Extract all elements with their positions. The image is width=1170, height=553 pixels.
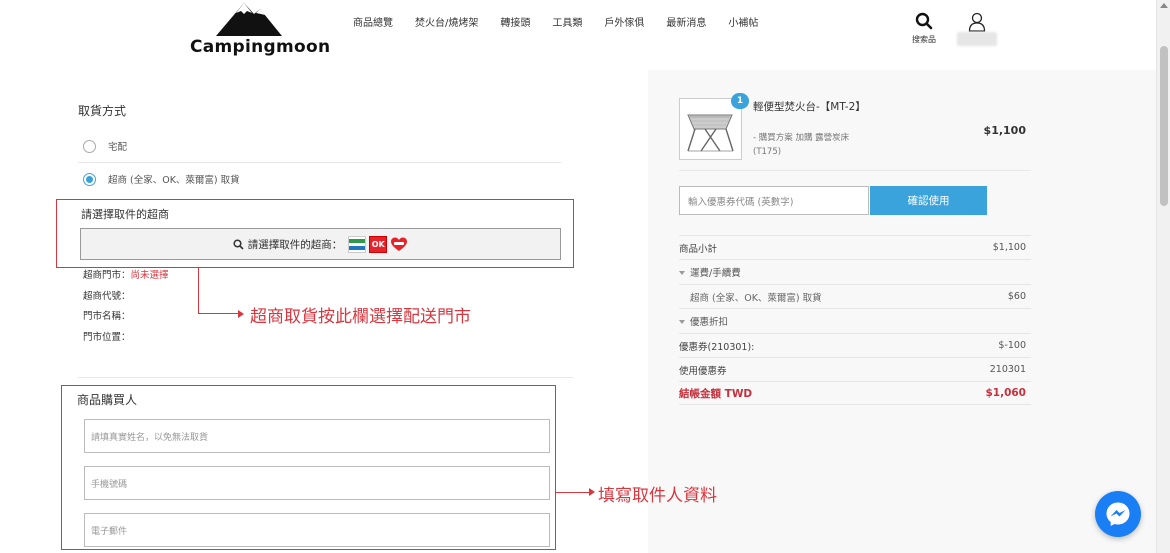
summary-value: $-100	[998, 340, 1026, 351]
store-info-row: 超商門市：尚未選擇	[83, 267, 169, 281]
store-name-label: 門市名稱：	[83, 311, 131, 322]
messenger-chat-button[interactable]	[1095, 491, 1141, 537]
summary-group-shipping[interactable]: 運費/手續費	[679, 259, 1031, 283]
summary-total-label: 結帳金額 TWD	[679, 387, 753, 400]
brand-logo[interactable]: Campingmoon	[190, 0, 330, 62]
buyer-phone-field[interactable]: 手機號碼	[84, 466, 550, 500]
summary-key: 超商 (全家、OK、萊爾富) 取貨	[690, 292, 822, 304]
store-select-label: 請選擇取件的超商	[81, 208, 169, 221]
summary-group-label: 運費/手續費	[679, 265, 741, 279]
nav-item-adapters[interactable]: 轉接頭	[500, 14, 530, 29]
search-button[interactable]: 搜索品	[908, 12, 940, 45]
coupon-code-input[interactable]: 輸入優惠券代碼 (英數字)	[679, 186, 869, 215]
annotation-connector	[556, 492, 590, 493]
store-name-row: 門市名稱：	[83, 308, 131, 322]
nav-item-fire-grill[interactable]: 焚火台/燒烤架	[415, 14, 478, 29]
divider	[78, 162, 561, 163]
store-code-row: 超商代號：	[83, 288, 131, 302]
buyer-email-placeholder: 電子郵件	[91, 526, 128, 537]
annotation-connector	[198, 268, 238, 314]
search-label: 搜索品	[912, 35, 936, 44]
summary-value: $60	[1007, 291, 1026, 302]
product-price: $1,100	[983, 124, 1026, 137]
annotation-arrow-icon	[589, 488, 595, 496]
user-icon	[968, 12, 986, 32]
search-icon	[233, 238, 244, 250]
store-info-label: 超商門市：	[83, 270, 131, 281]
coupon-placeholder: 輸入優惠券代碼 (英數字)	[688, 196, 794, 208]
summary-row-shipping-fee: 超商 (全家、OK、萊爾富) 取貨 $60	[679, 284, 1031, 308]
buyer-name-field[interactable]: 請填真實姓名，以免無法取貨	[84, 419, 550, 453]
summary-key: 使用優惠券	[679, 365, 727, 377]
store-address-label: 門市位置：	[83, 332, 131, 343]
pickup-option-home-delivery[interactable]: 宅配	[83, 139, 127, 153]
nav-item-furniture[interactable]: 戶外傢俱	[604, 14, 644, 29]
radio-button[interactable]	[83, 139, 96, 153]
divider	[679, 170, 1031, 171]
cart-quantity-badge: 1	[731, 93, 749, 109]
buyer-section-title: 商品購買人	[77, 393, 138, 407]
pickup-option-label: 宅配	[108, 142, 128, 153]
select-store-button[interactable]: 請選擇取件的超商： OK	[80, 228, 561, 260]
mountain-icon	[216, 3, 282, 36]
product-thumbnail[interactable]	[679, 98, 742, 160]
nav-item-tools[interactable]: 工具類	[552, 14, 582, 29]
product-sku: (T175)	[753, 147, 782, 157]
divider	[78, 377, 573, 378]
buyer-name-placeholder: 請填真實姓名，以免無法取貨	[91, 432, 209, 443]
summary-value: $1,100	[992, 242, 1026, 253]
product-name[interactable]: 輕便型焚火台-【MT-2】	[753, 100, 866, 115]
select-store-button-label: 請選擇取件的超商：	[247, 238, 343, 251]
radio-button-checked[interactable]	[83, 172, 96, 186]
pickup-method-title: 取貨方式	[78, 104, 127, 118]
messenger-icon	[1106, 502, 1130, 526]
summary-row-total: 結帳金額 TWD $1,060	[679, 381, 1031, 405]
summary-value: 210301	[989, 364, 1026, 375]
user-account-button[interactable]	[957, 12, 997, 48]
main-nav: 商品總覽 焚火台/燒烤架 轉接頭 工具類 戶外傢俱 最新消息 小補帖	[353, 14, 780, 29]
summary-group-label: 優惠折扣	[679, 314, 728, 328]
store-info-value: 尚未選擇	[130, 270, 169, 281]
ok-logo-text: OK	[371, 239, 385, 249]
summary-key: 優惠券(210301):	[679, 341, 755, 353]
annotation-buyer-note: 填寫取件人資料	[598, 486, 717, 506]
search-icon	[915, 12, 933, 30]
summary-key: 商品小計	[679, 243, 718, 255]
fire-pit-image-icon	[687, 114, 734, 152]
store-address-row: 門市位置：	[83, 329, 131, 343]
hilife-logo-icon	[390, 236, 408, 253]
apply-coupon-button[interactable]: 確認使用	[870, 186, 987, 215]
scroll-up-arrow-icon[interactable]	[1160, 3, 1168, 8]
user-name-blurred	[957, 32, 997, 46]
buyer-email-field[interactable]: 電子郵件	[84, 513, 550, 547]
pickup-option-convenience-store[interactable]: 超商 (全家、OK、萊爾富) 取貨	[83, 172, 240, 186]
product-options: - 購買方案 加購 露營炭床 (T175)	[753, 131, 849, 159]
page-scrollbar[interactable]	[1156, 0, 1170, 553]
summary-group-discount[interactable]: 優惠折扣	[679, 308, 1031, 332]
brand-name: Campingmoon	[190, 37, 331, 57]
buyer-phone-placeholder: 手機號碼	[91, 479, 128, 490]
site-header: Campingmoon 商品總覽 焚火台/燒烤架 轉接頭 工具類 戶外傢俱 最新…	[0, 0, 1156, 70]
store-code-label: 超商代號：	[83, 291, 131, 302]
product-option-text: - 購買方案 加購 露營炭床	[753, 133, 850, 143]
nav-item-tips[interactable]: 小補帖	[728, 14, 758, 29]
summary-row-coupon-discount: 優惠券(210301): $-100	[679, 333, 1031, 357]
annotation-arrow-icon	[238, 310, 244, 318]
ok-mart-logo-icon: OK	[369, 235, 388, 253]
summary-total-value: $1,060	[985, 387, 1026, 399]
nav-item-all-products[interactable]: 商品總覽	[353, 14, 393, 29]
annotation-store-note: 超商取貨按此欄選擇配送門市	[250, 307, 471, 327]
pickup-option-label: 超商 (全家、OK、萊爾富) 取貨	[108, 175, 240, 186]
nav-item-news[interactable]: 最新消息	[666, 14, 706, 29]
scrollbar-thumb[interactable]	[1160, 46, 1168, 206]
familymart-logo-icon	[348, 235, 367, 253]
summary-row-subtotal: 商品小計 $1,100	[679, 235, 1031, 259]
summary-row-coupon-used: 使用優惠券 210301	[679, 357, 1031, 381]
